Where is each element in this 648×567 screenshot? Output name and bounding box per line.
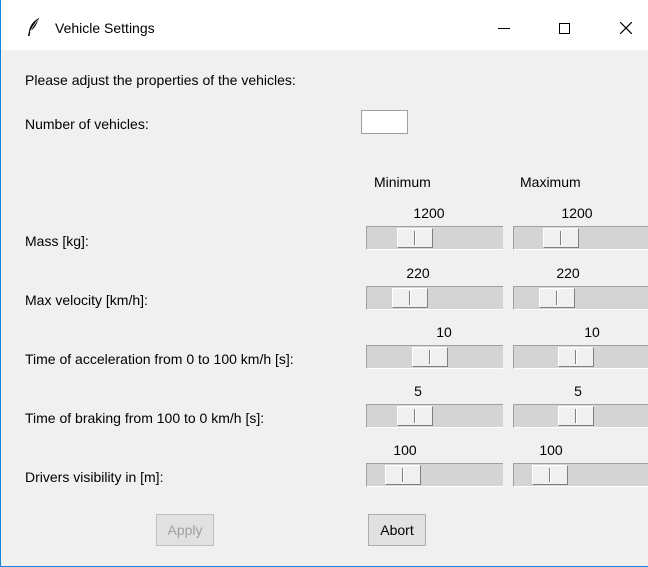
braking-time-label: Time of braking from 100 to 0 km/h [s]:	[25, 410, 265, 426]
maximize-button[interactable]	[541, 12, 587, 44]
maximum-header: Maximum	[520, 174, 581, 190]
slider-thumb[interactable]	[412, 347, 448, 367]
mass-max-value: 1200	[561, 205, 593, 221]
acceleration-min-value: 10	[436, 324, 452, 340]
minimize-button[interactable]	[481, 12, 527, 44]
visibility-max-slider[interactable]	[513, 463, 648, 487]
acceleration-max-value: 10	[584, 324, 600, 340]
slider-thumb[interactable]	[539, 288, 575, 308]
window-title: Vehicle Settings	[55, 20, 155, 36]
visibility-max-value: 100	[539, 442, 563, 458]
max-velocity-label: Max velocity [km/h]:	[25, 292, 148, 308]
mass-label: Mass [kg]:	[25, 233, 89, 249]
slider-thumb[interactable]	[397, 406, 433, 426]
visibility-min-slider[interactable]	[366, 463, 503, 487]
max-velocity-max-slider[interactable]	[513, 286, 648, 310]
minimum-header: Minimum	[374, 174, 431, 190]
mass-min-slider[interactable]	[366, 226, 503, 250]
mass-min-value: 1200	[413, 205, 445, 221]
max-velocity-max-value: 220	[556, 265, 580, 281]
vehicle-settings-window: Vehicle Settings Please adjust the prope…	[0, 0, 648, 567]
vehicle-count-input[interactable]	[361, 110, 408, 134]
abort-button[interactable]: Abort	[368, 514, 426, 546]
mass-max-slider[interactable]	[513, 226, 648, 250]
maximize-icon	[558, 22, 570, 34]
slider-thumb[interactable]	[397, 228, 433, 248]
braking-min-value: 5	[414, 383, 422, 399]
braking-max-value: 5	[574, 383, 582, 399]
minimize-icon	[498, 27, 510, 29]
slider-thumb[interactable]	[558, 406, 594, 426]
visibility-label: Drivers visibility in [m]:	[25, 469, 164, 485]
slider-thumb[interactable]	[543, 228, 579, 248]
braking-max-slider[interactable]	[513, 404, 648, 428]
slider-thumb[interactable]	[558, 347, 594, 367]
max-velocity-min-slider[interactable]	[366, 286, 503, 310]
title-bar[interactable]: Vehicle Settings	[1, 0, 648, 50]
feather-icon	[28, 18, 39, 36]
slider-thumb[interactable]	[392, 288, 428, 308]
acceleration-time-label: Time of acceleration from 0 to 100 km/h …	[25, 351, 294, 367]
close-icon	[620, 22, 632, 34]
acceleration-max-slider[interactable]	[513, 345, 648, 369]
slider-thumb[interactable]	[385, 465, 421, 485]
visibility-min-value: 100	[393, 442, 417, 458]
acceleration-min-slider[interactable]	[366, 345, 503, 369]
apply-button[interactable]: Apply	[156, 514, 214, 546]
slider-thumb[interactable]	[532, 465, 568, 485]
braking-min-slider[interactable]	[366, 404, 503, 428]
vehicle-count-label: Number of vehicles:	[25, 116, 149, 132]
intro-text: Please adjust the properties of the vehi…	[25, 72, 296, 88]
close-button[interactable]	[603, 12, 648, 44]
max-velocity-min-value: 220	[406, 265, 430, 281]
